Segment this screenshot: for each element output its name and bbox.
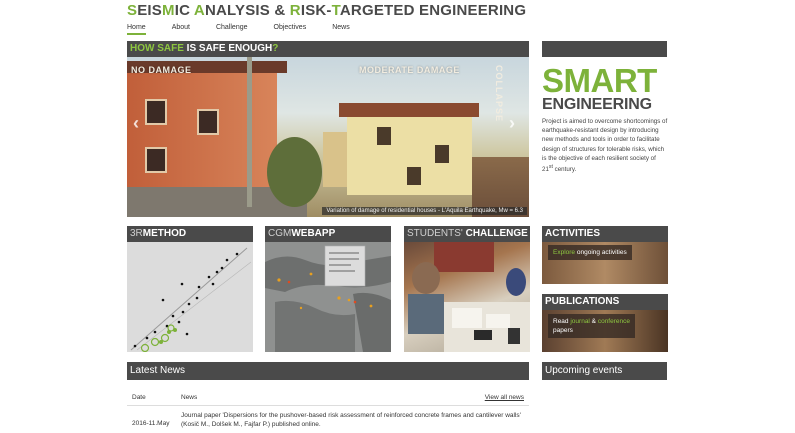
site-title-part: ISK- — [300, 2, 332, 19]
activities-explore: Explore — [553, 249, 576, 256]
tile-3r-method-title: 3RMETHOD — [127, 226, 253, 242]
tile-title-light: CGM — [268, 228, 292, 239]
prev-slide-icon[interactable]: ‹ — [133, 113, 139, 134]
tile-students-challenge[interactable]: STUDENTS' CHALLENGE — [404, 226, 530, 352]
news-table: Date News View all news 2016-11.May Journ… — [127, 390, 529, 429]
nav-challenge[interactable]: Challenge — [216, 24, 248, 35]
label-moderate-damage: MODERATE DAMAGE — [359, 65, 460, 75]
nav-home[interactable]: Home — [127, 24, 146, 35]
col-date-header: Date — [132, 394, 146, 401]
activities-rest: ongoing activities — [575, 249, 627, 256]
publications-image: Read journal & conference papers — [542, 310, 668, 352]
site-title-part: R — [289, 2, 301, 19]
hero-heading: HOW SAFE IS SAFE ENOUGH? — [127, 41, 529, 57]
pub-journal-link[interactable]: journal — [570, 318, 590, 325]
label-collapse: COLLAPSE — [494, 65, 504, 123]
news-text: Journal paper 'Dispersions for the pusho… — [181, 412, 521, 428]
nav-objectives[interactable]: Objectives — [274, 24, 307, 35]
description-end: century. — [552, 166, 577, 174]
site-title-part: ARGETED ENGINEERING — [339, 2, 527, 19]
tree — [267, 137, 322, 207]
news-row: 2016-11.May Journal paper 'Dispersions fo… — [127, 406, 529, 429]
tile-title-bold: CHALLENGE — [462, 228, 528, 239]
site-title-part: A — [193, 2, 205, 19]
site-title[interactable]: SEISMIC ANALYSIS & RISK-TARGETED ENGINEE… — [127, 2, 526, 19]
tile-cgm-webapp[interactable]: CGMWEBAPP — [265, 226, 391, 352]
house-no-damage — [127, 61, 287, 189]
smart-engineering-block: SMART ENGINEERING Project is aimed to ov… — [542, 62, 668, 174]
view-all-news-link[interactable]: View all news — [485, 394, 524, 401]
activities-title: ACTIVITIES — [542, 226, 668, 242]
description-text: Project is aimed to overcome shortcoming… — [542, 118, 668, 174]
house-moderate-damage — [339, 103, 479, 195]
scatter-graphic — [130, 247, 252, 352]
project-description: Project is aimed to overcome shortcoming… — [542, 117, 668, 174]
activities-link[interactable]: Explore ongoing activities — [548, 245, 632, 260]
method-scatter-image — [127, 242, 253, 352]
main-nav: Home About Challenge Objectives News — [127, 24, 376, 35]
tile-students-challenge-title: STUDENTS' CHALLENGE — [404, 226, 530, 242]
activities-image: Explore ongoing activities — [542, 242, 668, 284]
site-title-part: EIS — [137, 2, 162, 19]
webapp-map-image — [265, 242, 391, 352]
nav-news[interactable]: News — [332, 24, 350, 35]
site-title-part: M — [162, 2, 175, 19]
next-slide-icon[interactable]: › — [509, 113, 515, 134]
hero-caption: Variation of damage of residential house… — [322, 207, 527, 215]
map-graphic — [265, 242, 391, 352]
nav-about[interactable]: About — [172, 24, 190, 35]
site-title-part: IC — [174, 2, 194, 19]
publications-link[interactable]: Read journal & conference papers — [548, 314, 635, 338]
view-all-news-cell: View all news — [469, 394, 529, 401]
label-no-damage: NO DAMAGE — [131, 65, 192, 75]
site-title-part: T — [331, 2, 340, 19]
engineering-title: ENGINEERING — [542, 96, 652, 113]
publications-card[interactable]: PUBLICATIONS Read journal & conference pa… — [542, 294, 668, 352]
col-news-header: News — [181, 394, 198, 401]
students-graphic — [408, 242, 530, 352]
publications-title: PUBLICATIONS — [542, 294, 668, 310]
utility-pole — [247, 57, 252, 207]
pub-conference-link[interactable]: conference — [598, 318, 630, 325]
tile-cgm-webapp-title: CGMWEBAPP — [265, 226, 391, 242]
tile-title-light: 3R — [130, 228, 143, 239]
tile-3r-method[interactable]: 3RMETHOD — [127, 226, 253, 352]
hero-slider: HOW SAFE IS SAFE ENOUGH? NO DAMAGE MODER… — [127, 41, 529, 217]
hero-heading-white: IS SAFE ENOUGH — [183, 43, 273, 54]
news-date: 2016-11.May — [132, 420, 170, 427]
tile-title-light: STUDENTS' — [407, 228, 463, 239]
hero-image: NO DAMAGE MODERATE DAMAGE COLLAPSE ‹ › V… — [127, 57, 529, 217]
pub-amp: & — [589, 318, 598, 325]
hero-heading-question: ? — [272, 43, 279, 54]
pub-read: Read — [553, 318, 571, 325]
upcoming-events-heading: Upcoming events — [542, 362, 667, 380]
pub-papers: papers — [553, 327, 573, 334]
hero-heading-green: HOW SAFE — [130, 43, 184, 54]
tile-title-bold: METHOD — [142, 228, 187, 239]
students-photo — [404, 242, 530, 352]
site-title-part: NALYSIS & — [204, 2, 290, 19]
site-title-part: S — [127, 2, 138, 19]
news-table-header: Date News View all news — [127, 390, 529, 406]
news-rows: 2016-11.May Journal paper 'Dispersions fo… — [127, 406, 529, 429]
latest-news-heading: Latest News — [127, 362, 529, 380]
tile-title-bold: WEBAPP — [291, 228, 336, 239]
activities-card[interactable]: ACTIVITIES Explore ongoing activities — [542, 226, 668, 284]
smart-title: SMART — [542, 62, 657, 99]
right-header-bar — [542, 41, 667, 57]
